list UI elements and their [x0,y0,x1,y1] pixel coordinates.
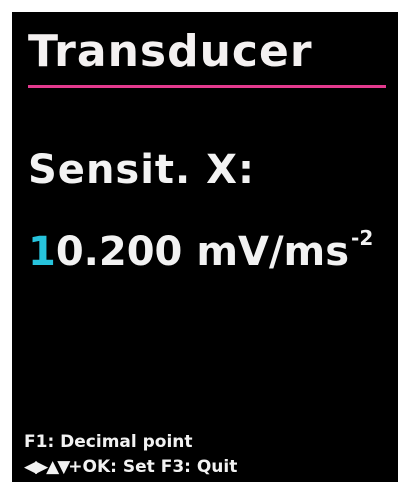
sensitivity-value[interactable]: 10.200 mV/ms -2 [28,226,374,282]
device-display: Transducer Sensit. X: 10.200 mV/ms -2 F1:… [12,12,398,482]
hint-set-quit: ◀▶▲▼+OK: Set F3: Quit [24,455,237,480]
cursor-digit[interactable]: 1 [28,229,56,275]
value-unit: mV/ms [196,229,350,275]
key-hints: F1: Decimal point ◀▶▲▼+OK: Set F3: Quit [24,430,237,480]
title-underline [28,85,386,88]
hint-set-quit-text: +OK: Set F3: Quit [68,457,238,477]
hint-f1: F1: Decimal point [24,432,193,452]
arrow-keys-icon: ◀▶▲▼ [24,457,70,477]
value-digits: 0.200 [55,229,183,275]
screen-title: Transducer [28,26,313,77]
unit-exponent: -2 [351,226,374,250]
parameter-label: Sensit. X: [28,147,256,193]
